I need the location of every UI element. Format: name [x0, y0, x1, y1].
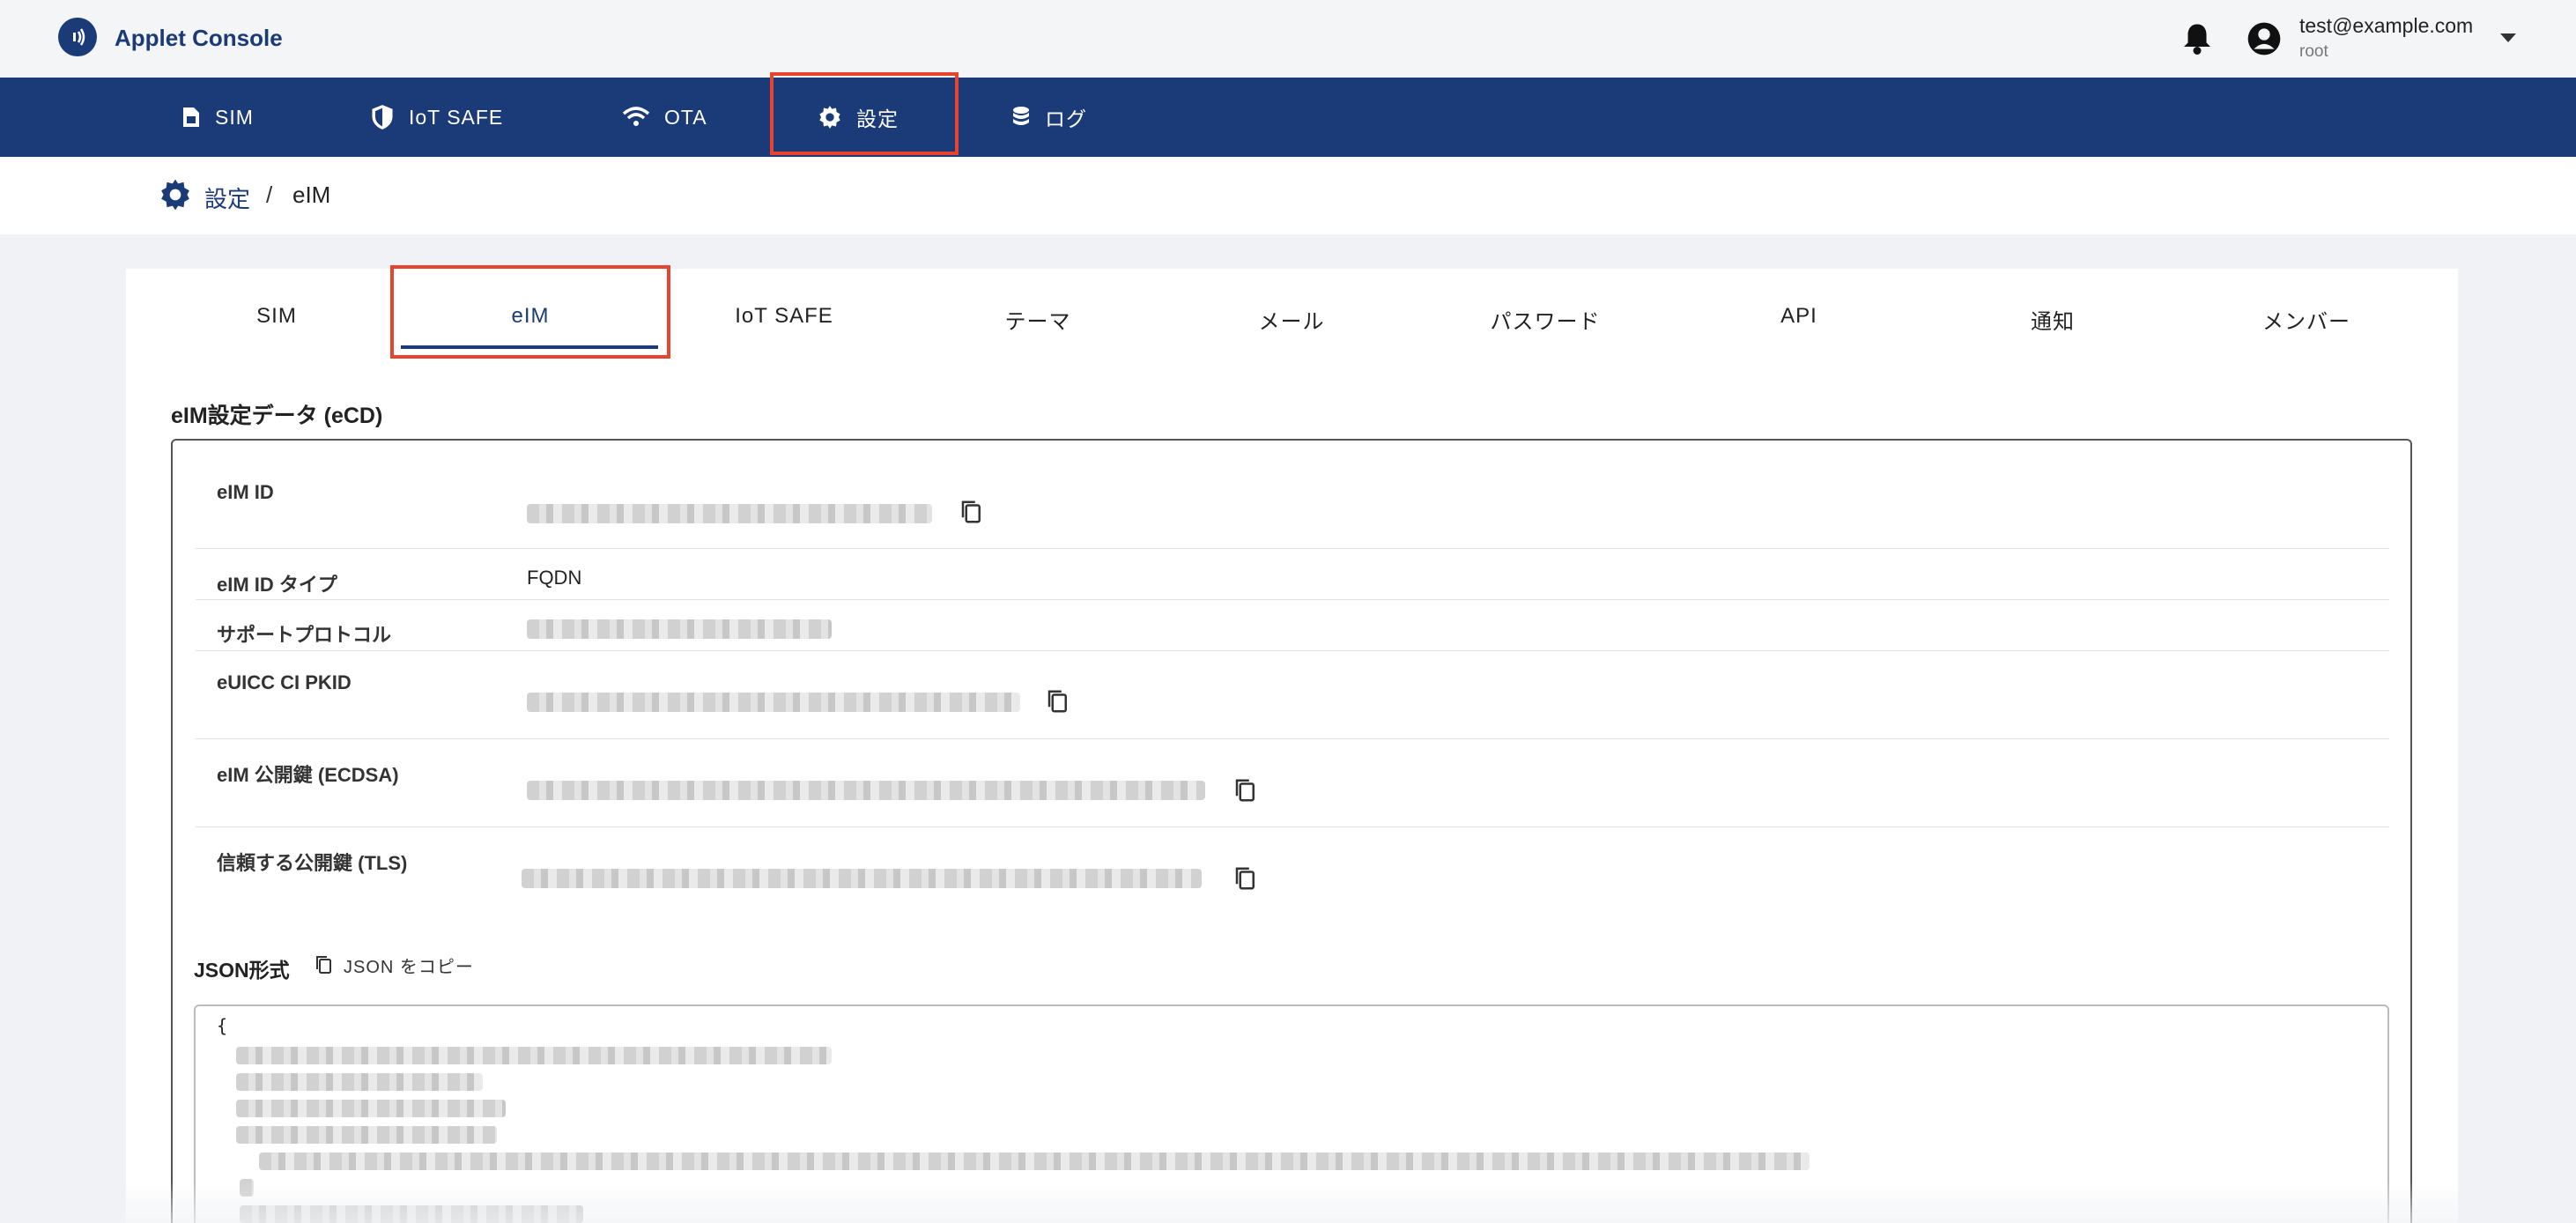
- support-protocol-value-redacted: [527, 619, 832, 639]
- app-title[interactable]: Applet Console: [115, 25, 283, 52]
- copy-icon[interactable]: [959, 499, 985, 525]
- breadcrumb-separator: /: [266, 182, 273, 208]
- bell-icon[interactable]: [2181, 21, 2213, 56]
- tab-api[interactable]: API: [1672, 304, 1926, 329]
- eim-public-key-label: eIM 公開鍵 (ECDSA): [217, 764, 399, 786]
- tab-notifications[interactable]: 通知: [1926, 304, 2180, 335]
- tab-password[interactable]: パスワード: [1418, 304, 1672, 335]
- nav-item-label: OTA: [664, 105, 707, 129]
- breadcrumb: [0, 157, 2576, 234]
- row-divider: [196, 738, 2389, 739]
- copy-json-button[interactable]: JSON をコピー: [314, 952, 474, 978]
- support-protocol-label: サポートプロトコル: [217, 624, 392, 646]
- shield-icon: [372, 105, 393, 130]
- tab-theme[interactable]: テーマ: [911, 304, 1165, 335]
- row-divider: [196, 548, 2389, 549]
- euicc-ci-pkid-value-redacted: [527, 693, 1020, 712]
- copy-json-label: JSON をコピー: [344, 957, 474, 977]
- nav-item-label: SIM: [215, 105, 254, 129]
- bottom-fade: [0, 1181, 2576, 1223]
- nav-item-sim[interactable]: SIM: [181, 78, 254, 157]
- copy-icon[interactable]: [1045, 688, 1071, 715]
- eim-id-label: eIM ID: [217, 481, 274, 503]
- tab-iot-safe[interactable]: IoT SAFE: [657, 304, 911, 329]
- nav-item-label: IoT SAFE: [409, 105, 504, 129]
- trusted-public-key-label: 信頼する公開鍵 (TLS): [217, 852, 408, 874]
- database-icon: [1013, 107, 1029, 125]
- tab-sim[interactable]: SIM: [150, 304, 403, 329]
- row-divider: [196, 599, 2389, 600]
- row-divider: [196, 650, 2389, 651]
- json-line-redacted: [236, 1126, 497, 1144]
- tab-members[interactable]: メンバー: [2180, 304, 2433, 335]
- eim-id-type-value: FQDN: [527, 567, 582, 589]
- top-header: Applet Console test@example.com root: [0, 0, 2576, 78]
- gear-icon: [161, 179, 189, 211]
- breadcrumb-current: eIM: [292, 182, 331, 208]
- account-circle-icon[interactable]: [2247, 21, 2282, 56]
- tab-highlight-box: [390, 265, 670, 359]
- row-divider: [196, 826, 2389, 827]
- eim-public-key-value-redacted: [527, 781, 1205, 800]
- nav-item-iot-safe[interactable]: IoT SAFE: [370, 78, 503, 157]
- main-nav: SIM IoT SAFE OTA 設定 ログ: [0, 78, 2576, 157]
- tab-mail[interactable]: メール: [1165, 304, 1418, 335]
- json-section-title: JSON形式: [194, 959, 290, 982]
- json-open-brace: {: [217, 1015, 228, 1036]
- wireless-chip-icon: [58, 18, 97, 56]
- wifi-icon: [622, 107, 650, 126]
- nav-item-label: ログ: [1045, 107, 1087, 130]
- sim-card-icon: [183, 107, 199, 127]
- user-email[interactable]: test@example.com: [2299, 14, 2473, 38]
- nav-highlight-box: [770, 72, 959, 155]
- copy-icon: [316, 956, 331, 974]
- json-line-redacted: [236, 1073, 483, 1091]
- breadcrumb-parent-link[interactable]: 設定: [204, 182, 250, 214]
- trusted-public-key-value-redacted: [522, 869, 1202, 888]
- eim-id-type-label: eIM ID タイプ: [217, 574, 337, 596]
- copy-icon[interactable]: [1232, 865, 1259, 892]
- section-title: eIM設定データ (eCD): [171, 404, 383, 428]
- eim-id-value-redacted: [527, 504, 932, 523]
- copy-icon[interactable]: [1232, 777, 1259, 804]
- json-line-redacted: [236, 1100, 506, 1117]
- user-role: root: [2299, 42, 2328, 61]
- chevron-down-icon[interactable]: [2500, 33, 2516, 42]
- euicc-ci-pkid-label: eUICC CI PKID: [217, 671, 352, 693]
- json-line-redacted: [259, 1153, 1810, 1170]
- nav-item-logs[interactable]: ログ: [1011, 78, 1087, 157]
- nav-item-ota[interactable]: OTA: [622, 78, 707, 157]
- json-line-redacted: [236, 1047, 832, 1064]
